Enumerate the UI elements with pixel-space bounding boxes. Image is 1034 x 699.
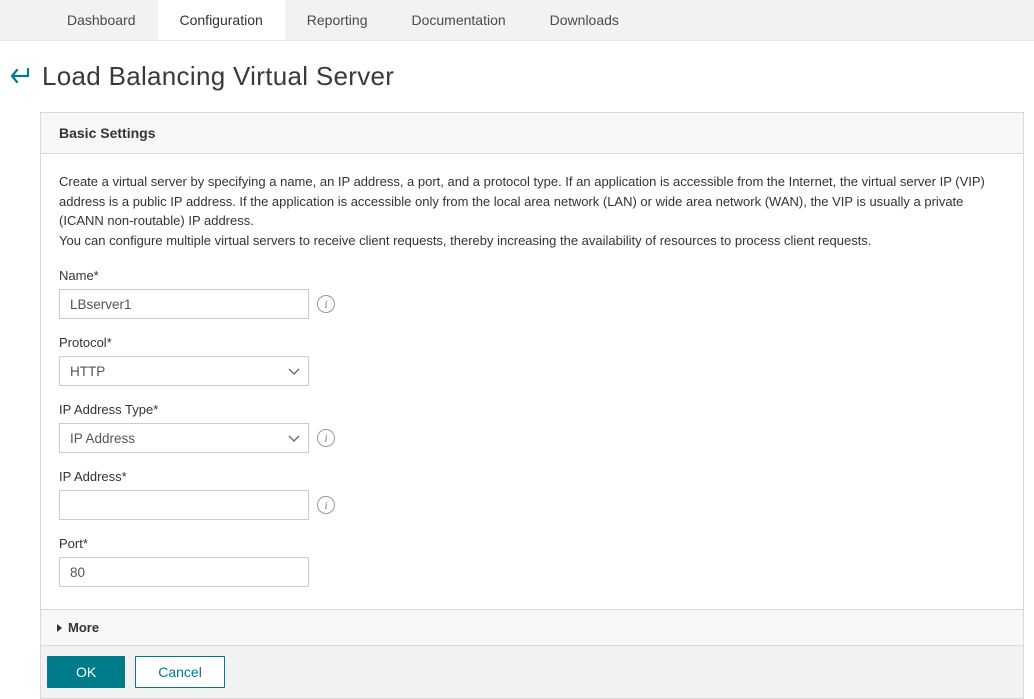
back-icon[interactable]	[10, 68, 32, 86]
info-icon[interactable]: i	[317, 429, 335, 447]
ip-address-label: IP Address*	[59, 469, 1005, 484]
protocol-label: Protocol*	[59, 335, 1005, 350]
info-icon[interactable]: i	[317, 295, 335, 313]
button-row: OK Cancel	[41, 645, 1023, 698]
tab-reporting[interactable]: Reporting	[285, 0, 390, 40]
port-input[interactable]	[59, 557, 309, 587]
tab-documentation[interactable]: Documentation	[389, 0, 527, 40]
tab-dashboard[interactable]: Dashboard	[45, 0, 158, 40]
name-label: Name*	[59, 268, 1005, 283]
ip-type-label: IP Address Type*	[59, 402, 1005, 417]
more-label: More	[68, 620, 99, 635]
page-title: Load Balancing Virtual Server	[42, 61, 394, 92]
ip-address-input[interactable]	[59, 490, 309, 520]
ok-button[interactable]: OK	[47, 656, 125, 688]
protocol-select[interactable]: HTTP	[59, 356, 309, 386]
help-line-1: Create a virtual server by specifying a …	[59, 174, 985, 228]
info-icon[interactable]: i	[317, 496, 335, 514]
caret-right-icon	[57, 624, 62, 632]
port-label: Port*	[59, 536, 1005, 551]
help-line-2: You can configure multiple virtual serve…	[59, 233, 871, 248]
top-nav: Dashboard Configuration Reporting Docume…	[0, 0, 1034, 41]
tab-downloads[interactable]: Downloads	[528, 0, 641, 40]
ip-type-select[interactable]: IP Address	[59, 423, 309, 453]
name-input[interactable]	[59, 289, 309, 319]
cancel-button[interactable]: Cancel	[135, 656, 225, 688]
help-text: Create a virtual server by specifying a …	[59, 172, 1005, 250]
tab-configuration[interactable]: Configuration	[158, 0, 285, 40]
basic-settings-panel: Basic Settings Create a virtual server b…	[40, 112, 1024, 699]
panel-header: Basic Settings	[41, 113, 1023, 154]
